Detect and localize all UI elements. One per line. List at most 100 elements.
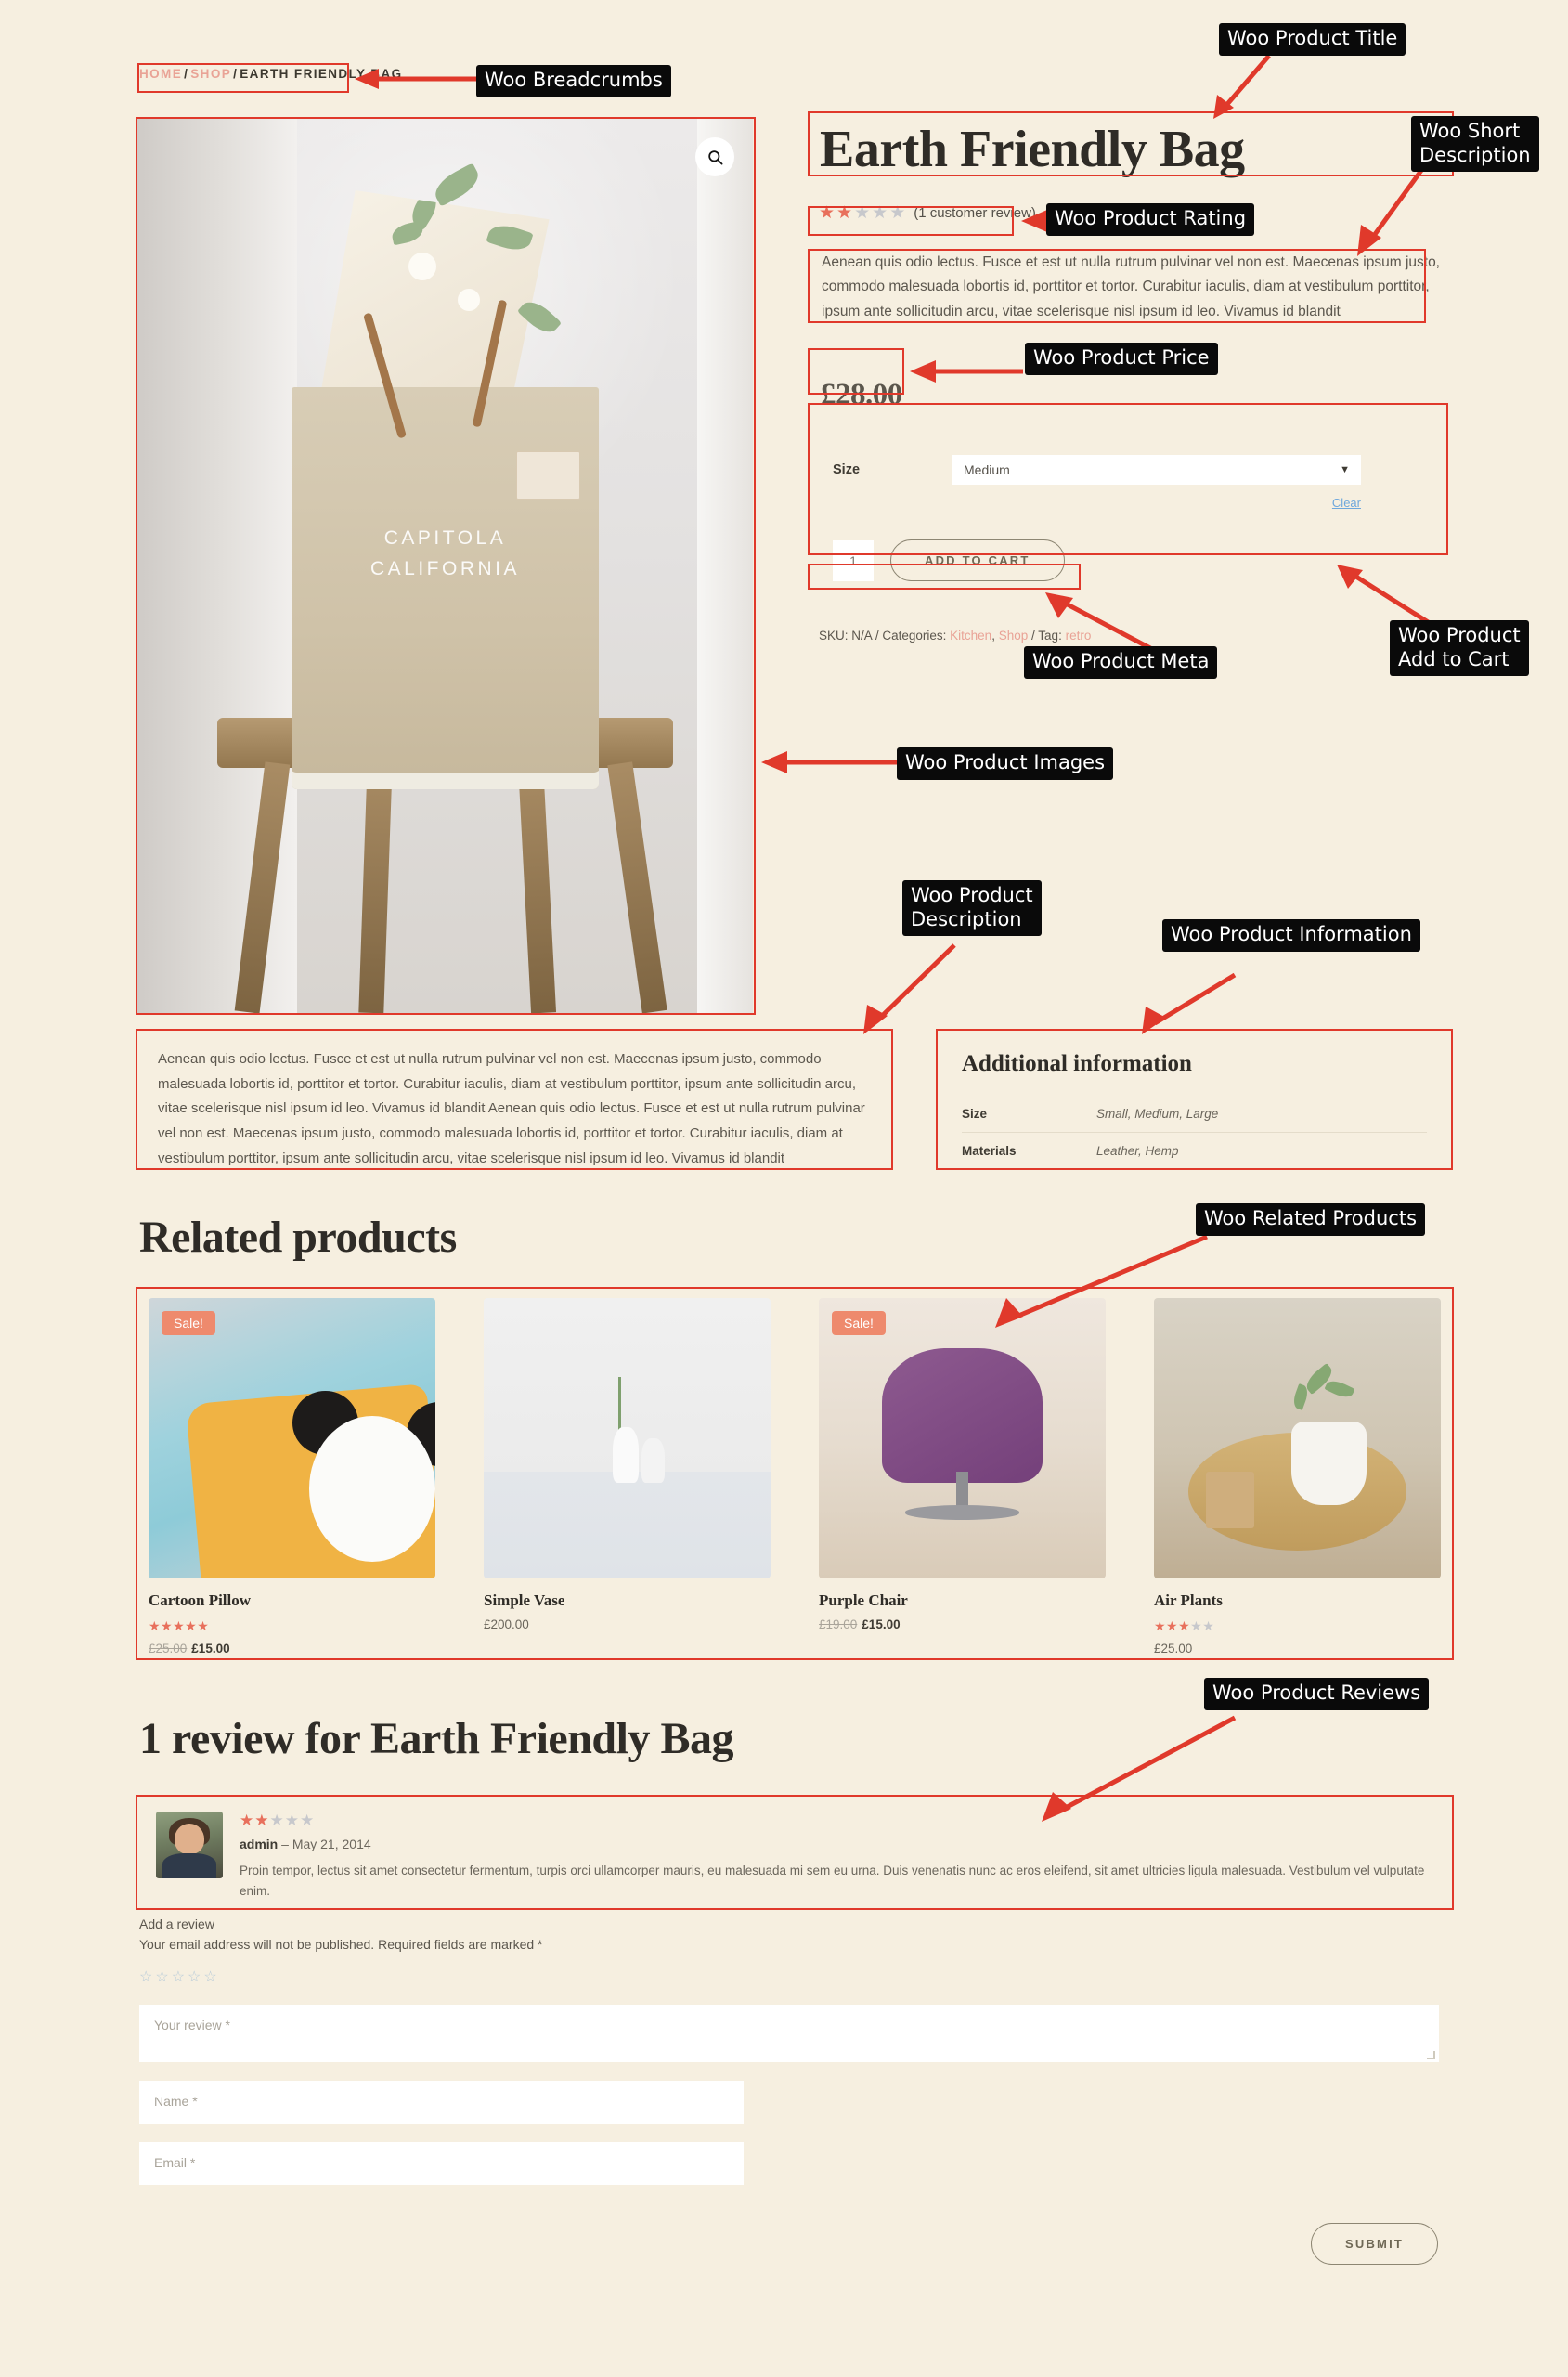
product-name[interactable]: Cartoon Pillow [149,1591,435,1610]
size-select[interactable]: Medium ▼ [952,455,1361,486]
product-name[interactable]: Air Plants [1154,1591,1441,1610]
rating-selector[interactable]: ☆☆☆☆☆ [139,1968,1439,1986]
star-filled: ★ [836,202,854,223]
resize-handle-icon[interactable] [1427,2051,1435,2059]
review-rating-stars: ★★★★★ [240,1812,316,1829]
avatar [156,1812,223,1878]
review-date: May 21, 2014 [292,1837,371,1851]
anno-arrow-images [761,751,901,773]
thumb-shape [613,1426,639,1484]
additional-information: Additional information Size Small, Mediu… [938,1031,1451,1194]
review-item: ★★★★★ admin – May 21, 2014 Proin tempor,… [137,1797,1452,1919]
product-price: £19.00 £15.00 [819,1617,1106,1631]
sale-price: £15.00 [862,1617,901,1631]
avatar-shape [175,1823,204,1855]
category-link-shop[interactable]: Shop [999,629,1029,643]
anno-arrow-reviews [1042,1715,1237,1822]
breadcrumb-shop[interactable]: SHOP [190,67,231,81]
attribute-value-size: Small, Medium, Large [1096,1096,1427,1133]
status-badge: Sale! [832,1311,886,1335]
additional-information-table: Size Small, Medium, Large Materials Leat… [962,1096,1427,1170]
zoom-icon[interactable] [695,137,734,176]
add-to-cart-button[interactable]: ADD TO CART [890,539,1065,582]
product-thumbnail-air-plants[interactable] [1154,1298,1441,1578]
sku-value: N/A [851,629,873,643]
image-tote-bag: CAPITOLA CALIFORNIA [291,299,600,790]
image-stool-leg [607,761,667,1013]
product-rating-stars: ★★★★★ [149,1618,210,1633]
product-rating-stars: ★★★★★ [1154,1618,1215,1633]
thumb-shape [881,1348,1043,1484]
name-field[interactable]: Name * [139,2081,744,2124]
image-tote-tag [515,451,581,500]
thumb-shape [1324,1376,1355,1401]
image-leaf [389,221,425,246]
breadcrumb-home[interactable]: HOME [139,67,182,81]
anno-label-description: Woo Product Description [902,880,1042,937]
review-textarea-placeholder: Your review * [154,2018,230,2033]
product-price: £25.00 [1154,1642,1193,1656]
thumb-shape [309,1415,435,1562]
product-price: £28.00 [821,378,902,412]
reviews-heading: 1 review for Earth Friendly Bag [139,1714,733,1763]
product-thumbnail-cartoon-pillow[interactable]: Sale! [149,1298,435,1578]
thumb-shape [904,1505,1020,1520]
table-row: Size Small, Medium, Large [962,1096,1427,1133]
anno-arrow-title [1213,54,1271,119]
categories-label: Categories: [882,629,947,643]
quantity-input[interactable]: 1 [833,539,874,581]
list-item[interactable]: Sale! Purple Chair £19.00 £15.00 [819,1298,1106,1656]
avatar-shape [162,1852,216,1878]
product-name[interactable]: Simple Vase [484,1591,771,1610]
review-date-separator: – [281,1837,289,1851]
tote-text-line1: CAPITOLA [383,527,507,550]
product-rating[interactable]: ★ ★ ★ ★ ★ (1 customer review) [810,200,1044,227]
anno-label-add-to-cart: Woo Product Add to Cart [1390,620,1529,677]
additional-information-heading: Additional information [962,1051,1192,1076]
image-flower [408,253,436,281]
add-review-title: Add a review [139,1916,214,1931]
list-item[interactable]: Sale! Cartoon Pillow ★★★★★ £25.00 £15.00 [149,1298,435,1656]
table-row: Materials Leather, Hemp [962,1132,1427,1170]
clear-variation-link[interactable]: Clear [1332,496,1361,510]
sale-price: £15.00 [191,1642,230,1656]
regular-price: £25.00 [149,1642,188,1656]
review-body: ★★★★★ admin – May 21, 2014 Proin tempor,… [240,1812,1433,1901]
product-main-image[interactable]: CAPITOLA CALIFORNIA [137,119,753,1013]
list-item[interactable]: Air Plants ★★★★★ £25.00 [1154,1298,1441,1656]
product-description: Aenean quis odio lectus. Fusce et est ut… [158,1051,865,1166]
product-price: £200.00 [484,1617,529,1631]
anno-arrow-price [910,360,1023,383]
review-text: Proin tempor, lectus sit amet consectetu… [240,1864,1425,1898]
product-name[interactable]: Purple Chair [819,1591,1106,1610]
anno-label-short-description: Woo Short Description [1411,116,1539,173]
product-thumbnail-simple-vase[interactable] [484,1298,771,1578]
sku-label: SKU: [819,629,849,643]
anno-label-related: Woo Related Products [1196,1203,1426,1236]
thumb-shape [1205,1472,1255,1528]
image-leaf [430,162,485,207]
star-empty: ★ [889,202,907,223]
anno-label-price: Woo Product Price [1025,343,1218,375]
attribute-label-size: Size [962,1096,1096,1133]
image-window-frame [697,119,753,1013]
clear-row: Clear [833,496,1361,510]
submit-button[interactable]: SUBMIT [1311,2223,1439,2265]
email-field[interactable]: Email * [139,2142,744,2185]
product-images-gallery[interactable]: CAPITOLA CALIFORNIA [137,119,753,1013]
list-item[interactable]: Simple Vase £200.00 [484,1298,771,1656]
review-author-line: admin – May 21, 2014 [240,1837,1433,1851]
anno-label-information: Woo Product Information [1162,919,1420,952]
product-thumbnail-purple-chair[interactable]: Sale! [819,1298,1106,1578]
image-stool-leg [234,761,290,1013]
anno-label-meta: Woo Product Meta [1024,646,1218,679]
name-field-placeholder: Name * [154,2094,198,2109]
anno-arrow-description [863,943,956,1034]
meta-separator-1: / [875,629,879,643]
tote-text-line2: CALIFORNIA [369,557,521,579]
anno-arrow-information [1142,972,1237,1034]
review-textarea[interactable]: Your review * [139,2005,1439,2062]
category-link-kitchen[interactable]: Kitchen [950,629,991,643]
image-stool-leg [518,761,557,1013]
product-price: £25.00 £15.00 [149,1642,435,1656]
